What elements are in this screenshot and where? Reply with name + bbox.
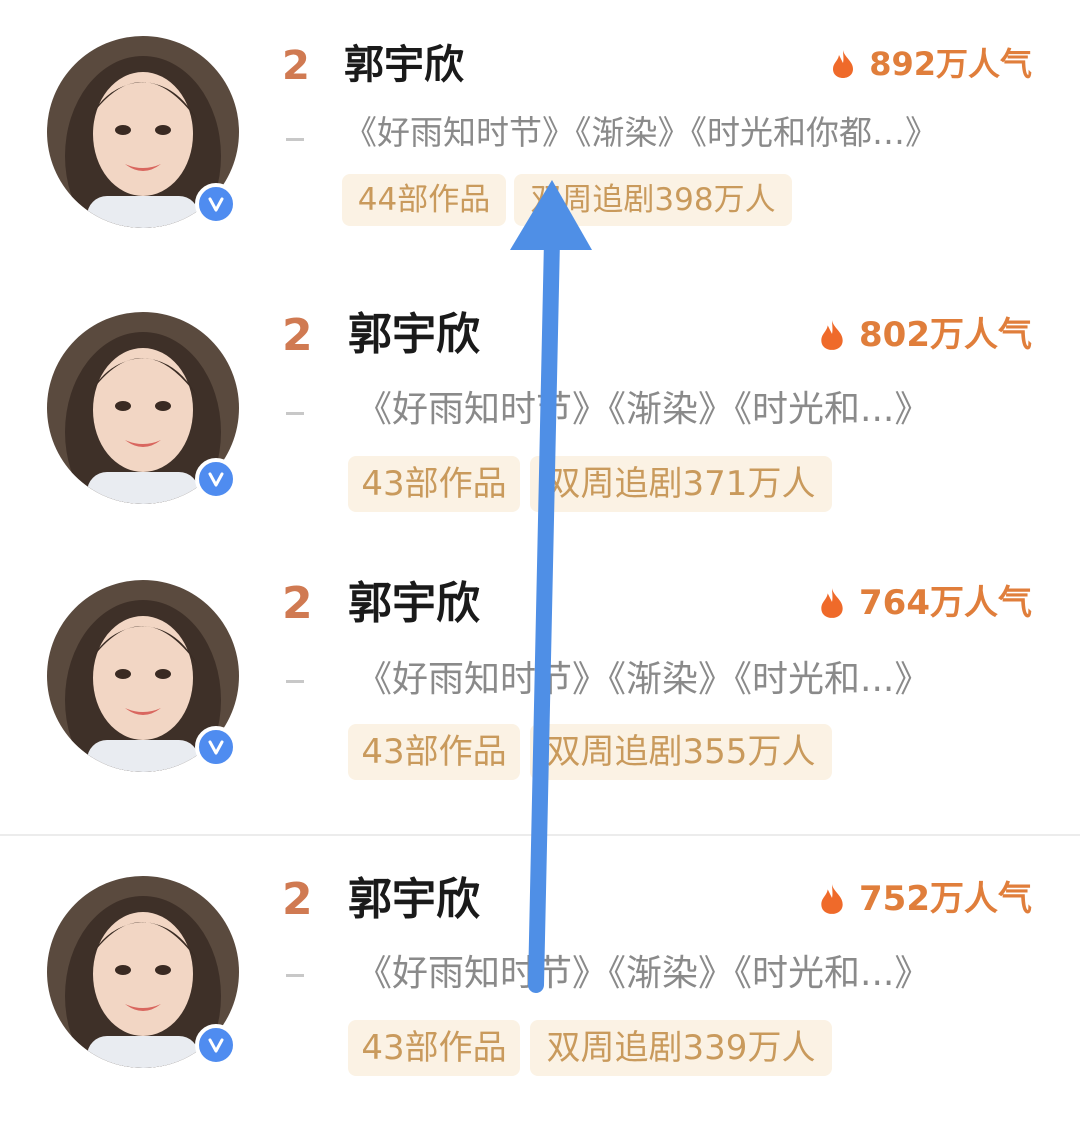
- follow-count-tag: 双周追剧398万人: [514, 174, 792, 226]
- follow-count-tag: 双周追剧371万人: [530, 456, 832, 512]
- ranking-row[interactable]: 2 郭宇欣 892万人气 《好雨知时节》《渐染》《时光和你都…》 44部作品 双…: [0, 0, 1080, 260]
- works-count-tag: 43部作品: [348, 724, 520, 780]
- popularity-value: 764万人气: [859, 583, 1032, 623]
- popularity: 752万人气: [819, 882, 1032, 916]
- ranking-row[interactable]: 2 郭宇欣 802万人气 《好雨知时节》《渐染》《时光和...》 43部作品 双…: [0, 270, 1080, 540]
- flame-icon: [821, 320, 843, 350]
- rank-change-dash: [286, 138, 304, 141]
- artist-name[interactable]: 郭宇欣: [348, 582, 480, 626]
- popularity-value: 892万人气: [869, 45, 1032, 83]
- verified-badge-icon: [195, 183, 237, 225]
- works-list[interactable]: 《好雨知时节》《渐染》《时光和...》: [356, 956, 930, 992]
- rank-change-dash: [286, 412, 304, 415]
- popularity-value: 802万人气: [859, 315, 1032, 355]
- rank-number: 2: [282, 310, 313, 361]
- popularity-value: 752万人气: [859, 879, 1032, 919]
- artist-name[interactable]: 郭宇欣: [344, 45, 464, 85]
- popularity: 802万人气: [819, 318, 1032, 352]
- artist-name[interactable]: 郭宇欣: [348, 313, 480, 357]
- verified-badge-icon: [195, 1024, 237, 1066]
- verified-badge-icon: [195, 458, 237, 500]
- works-count-tag: 43部作品: [348, 456, 520, 512]
- rank-number: 2: [282, 874, 313, 925]
- follow-count-tag: 双周追剧339万人: [530, 1020, 832, 1076]
- rank-change-dash: [286, 680, 304, 683]
- works-list[interactable]: 《好雨知时节》《渐染》《时光和...》: [356, 662, 930, 698]
- works-count-tag: 43部作品: [348, 1020, 520, 1076]
- works-count-tag: 44部作品: [342, 174, 506, 226]
- rank-change-dash: [286, 974, 304, 977]
- rank-number: 2: [282, 578, 313, 629]
- flame-icon: [821, 588, 843, 618]
- rank-number: 2: [282, 43, 310, 89]
- verified-badge-icon: [195, 726, 237, 768]
- popularity: 764万人气: [819, 586, 1032, 620]
- flame-icon: [821, 884, 843, 914]
- works-list[interactable]: 《好雨知时节》《渐染》《时光和你都…》: [344, 116, 938, 149]
- works-list[interactable]: 《好雨知时节》《渐染》《时光和...》: [356, 392, 930, 428]
- flame-icon: [833, 50, 854, 78]
- ranking-row[interactable]: 2 郭宇欣 764万人气 《好雨知时节》《渐染》《时光和...》 43部作品 双…: [0, 540, 1080, 834]
- follow-count-tag: 双周追剧355万人: [530, 724, 832, 780]
- popularity: 892万人气: [831, 48, 1032, 80]
- ranking-row[interactable]: 2 郭宇欣 752万人气 《好雨知时节》《渐染》《时光和...》 43部作品 双…: [0, 836, 1080, 1123]
- artist-name[interactable]: 郭宇欣: [348, 878, 480, 922]
